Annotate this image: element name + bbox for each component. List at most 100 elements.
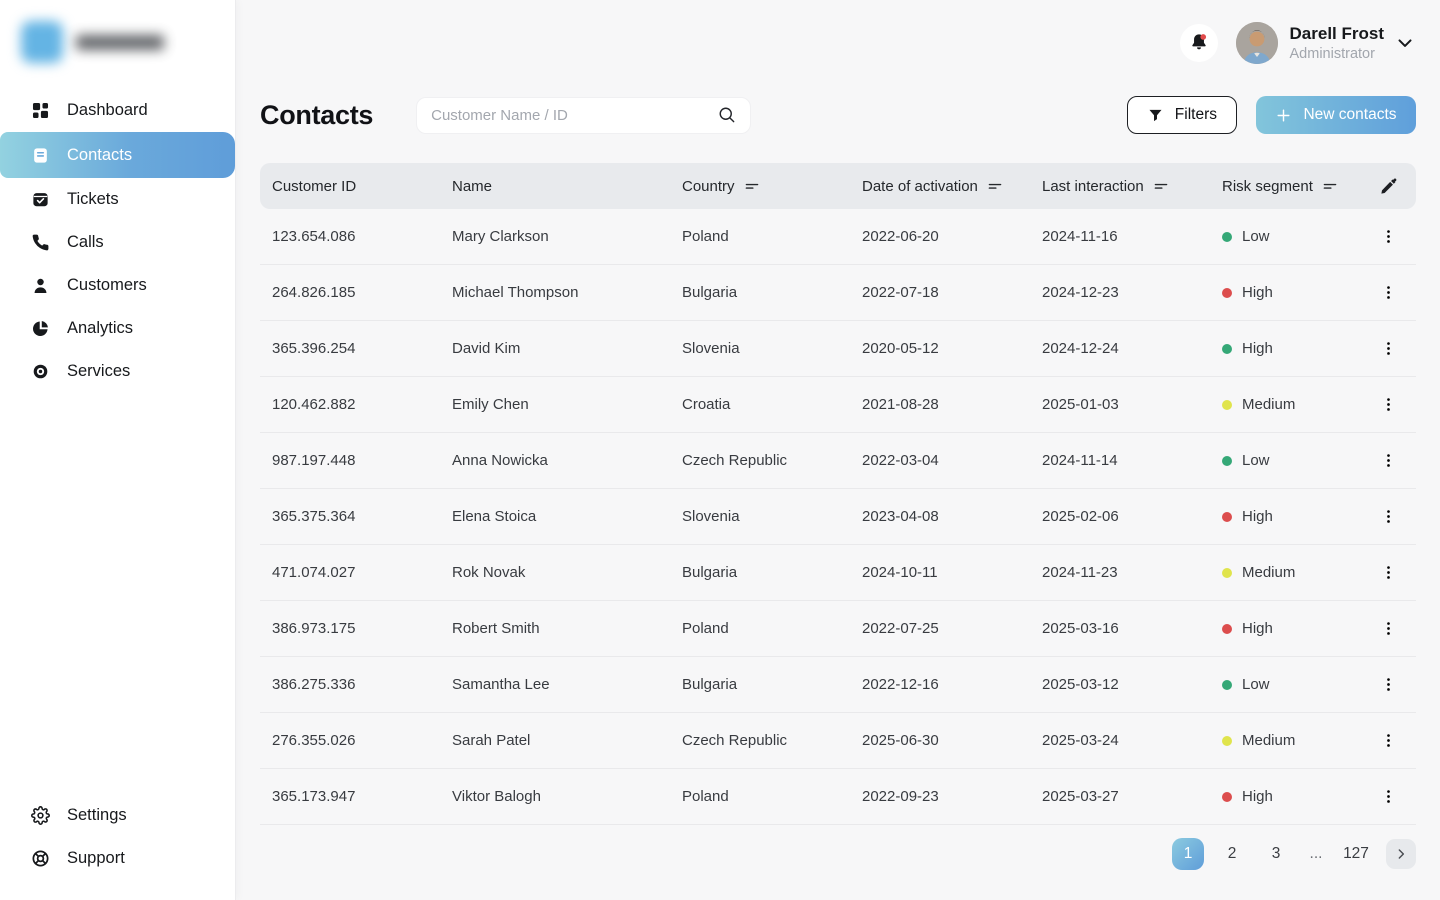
user-role: Administrator: [1290, 45, 1384, 63]
sidebar-item-settings[interactable]: Settings: [0, 794, 235, 837]
cell-country: Poland: [682, 788, 862, 805]
filters-button[interactable]: Filters: [1127, 96, 1237, 134]
column-label: Last interaction: [1042, 178, 1144, 195]
column-header-country[interactable]: Country: [682, 178, 862, 195]
new-contacts-button[interactable]: New contacts: [1256, 96, 1416, 134]
row-menu-button[interactable]: [1376, 280, 1401, 305]
row-menu-button[interactable]: [1376, 616, 1401, 641]
row-menu-button[interactable]: [1376, 336, 1401, 361]
row-menu-button[interactable]: [1376, 672, 1401, 697]
bell-icon: [1188, 32, 1210, 54]
cell-name: Emily Chen: [452, 396, 682, 413]
cell-actions: [1360, 392, 1416, 417]
cell-customer-id: 276.355.026: [260, 732, 452, 749]
row-menu-button[interactable]: [1376, 448, 1401, 473]
analytics-icon: [30, 319, 50, 339]
pencil-icon[interactable]: [1379, 177, 1398, 196]
row-menu-button[interactable]: [1376, 728, 1401, 753]
cell-actions: [1360, 784, 1416, 809]
sort-icon[interactable]: [1322, 178, 1338, 194]
sidebar-item-analytics[interactable]: Analytics: [0, 307, 235, 350]
sidebar-item-services[interactable]: Services: [0, 350, 235, 393]
sidebar-item-tickets[interactable]: Tickets: [0, 178, 235, 221]
search-input[interactable]: [431, 107, 717, 124]
column-header-name: Name: [452, 178, 682, 195]
sidebar-nav: Dashboard Contacts Tickets Calls Custome…: [0, 89, 235, 393]
cell-country: Poland: [682, 228, 862, 245]
sidebar-item-dashboard[interactable]: Dashboard: [0, 89, 235, 132]
cell-country: Croatia: [682, 396, 862, 413]
page-button-2[interactable]: 2: [1216, 838, 1248, 870]
search-box: [416, 97, 751, 134]
cell-customer-id: 987.197.448: [260, 452, 452, 469]
user-info: Darell Frost Administrator: [1290, 23, 1384, 62]
cell-country: Slovenia: [682, 508, 862, 525]
row-menu-button[interactable]: [1376, 392, 1401, 417]
column-header-date-of-activation[interactable]: Date of activation: [862, 178, 1042, 195]
cell-name: Sarah Patel: [452, 732, 682, 749]
table-header: Customer ID Name Country Date of activat…: [260, 163, 1416, 209]
pagination: 123... 127: [260, 825, 1416, 883]
row-menu-button[interactable]: [1376, 784, 1401, 809]
cell-last-interaction: 2025-03-24: [1042, 732, 1222, 749]
column-label: Customer ID: [272, 178, 356, 195]
risk-dot: [1222, 288, 1232, 298]
cell-actions: [1360, 280, 1416, 305]
cell-name: Samantha Lee: [452, 676, 682, 693]
sidebar-item-customers[interactable]: Customers: [0, 264, 235, 307]
row-menu-button[interactable]: [1376, 560, 1401, 585]
risk-dot: [1222, 736, 1232, 746]
notifications-button[interactable]: [1180, 24, 1218, 62]
page-button-127[interactable]: 127: [1340, 838, 1372, 870]
risk-dot: [1222, 624, 1232, 634]
cell-actions: [1360, 224, 1416, 249]
sidebar: Dashboard Contacts Tickets Calls Custome…: [0, 0, 236, 900]
risk-label: Low: [1242, 228, 1270, 245]
risk-dot: [1222, 232, 1232, 242]
risk-label: High: [1242, 620, 1273, 637]
risk-label: Medium: [1242, 564, 1295, 581]
page-button-1[interactable]: 1: [1172, 838, 1204, 870]
column-header-risk-segment[interactable]: Risk segment: [1222, 178, 1360, 195]
risk-dot: [1222, 680, 1232, 690]
sort-icon[interactable]: [987, 178, 1003, 194]
cell-actions: [1360, 336, 1416, 361]
sidebar-item-label: Dashboard: [67, 101, 148, 120]
table-row: 120.462.882 Emily Chen Croatia 2021-08-2…: [260, 377, 1416, 433]
sidebar-item-label: Calls: [67, 233, 104, 252]
table-row: 365.173.947 Viktor Balogh Poland 2022-09…: [260, 769, 1416, 825]
cell-risk-segment: High: [1222, 284, 1360, 301]
kebab-icon: [1380, 676, 1397, 693]
plus-icon: [1275, 107, 1292, 124]
risk-label: Medium: [1242, 396, 1295, 413]
user-name: Darell Frost: [1290, 23, 1384, 44]
cell-name: Michael Thompson: [452, 284, 682, 301]
cell-customer-id: 386.973.175: [260, 620, 452, 637]
dashboard-icon: [30, 101, 50, 121]
column-header-last-interaction[interactable]: Last interaction: [1042, 178, 1222, 195]
cell-activation-date: 2023-04-08: [862, 508, 1042, 525]
risk-dot: [1222, 792, 1232, 802]
sidebar-footer-nav: Settings Support: [0, 794, 235, 880]
pagination-ellipsis: ...: [1304, 845, 1328, 863]
sidebar-item-contacts[interactable]: Contacts: [0, 132, 235, 178]
sidebar-item-support[interactable]: Support: [0, 837, 235, 880]
cell-customer-id: 264.826.185: [260, 284, 452, 301]
cell-activation-date: 2025-06-30: [862, 732, 1042, 749]
risk-label: Medium: [1242, 732, 1295, 749]
cell-name: Elena Stoica: [452, 508, 682, 525]
avatar[interactable]: [1236, 22, 1278, 64]
row-menu-button[interactable]: [1376, 504, 1401, 529]
user-menu-button[interactable]: [1394, 32, 1416, 54]
page-button-3[interactable]: 3: [1260, 838, 1292, 870]
row-menu-button[interactable]: [1376, 224, 1401, 249]
next-page-button[interactable]: [1386, 839, 1416, 869]
cell-last-interaction: 2025-02-06: [1042, 508, 1222, 525]
sidebar-item-calls[interactable]: Calls: [0, 221, 235, 264]
sort-icon[interactable]: [1153, 178, 1169, 194]
cell-name: Anna Nowicka: [452, 452, 682, 469]
kebab-icon: [1380, 564, 1397, 581]
sort-icon[interactable]: [744, 178, 760, 194]
cell-name: Mary Clarkson: [452, 228, 682, 245]
risk-dot: [1222, 512, 1232, 522]
